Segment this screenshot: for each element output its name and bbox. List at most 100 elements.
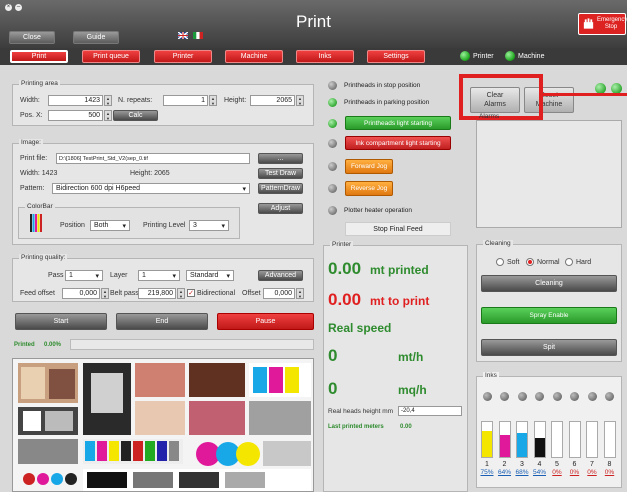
inks-title: Inks (483, 372, 499, 379)
machine-status-icon (505, 51, 515, 61)
width-input[interactable]: 1423 (48, 95, 103, 106)
end-button[interactable]: End (116, 313, 208, 330)
layer-select[interactable]: 1 ▾ (138, 270, 180, 281)
ink-status-icon (517, 392, 527, 401)
pause-button[interactable]: Pause (217, 313, 314, 330)
soft-radio[interactable] (496, 258, 504, 266)
status-led-icon (328, 119, 337, 128)
stop-final-feed-button[interactable]: Stop Final Feed (345, 222, 451, 236)
ink-percent-label: 0% (604, 469, 615, 476)
window-minimize-icon[interactable]: – (15, 4, 22, 11)
bidirectional-label: Bidirectional (197, 290, 236, 297)
layer-select-value: 1 (142, 272, 146, 279)
browse-button[interactable]: ... (258, 153, 303, 164)
chevron-down-icon: ▾ (95, 272, 99, 280)
spray-enable-button[interactable]: Spray Enable (481, 307, 617, 324)
position-label: Position (60, 222, 85, 229)
posx-input[interactable]: 500 (48, 110, 103, 121)
belt-pass-input[interactable]: 219,800 (138, 288, 176, 299)
mode-select[interactable]: Standard ▾ (186, 270, 234, 281)
print-preview-image (12, 358, 314, 492)
calc-button[interactable]: Calc (113, 110, 158, 121)
belt-pass-spinner[interactable]: ▲ ▼ (177, 288, 185, 299)
ink-level-bar (516, 421, 528, 458)
offset-spinner[interactable]: ▲ ▼ (296, 288, 304, 299)
chevron-down-icon: ▾ (122, 222, 126, 230)
pattern-draw-button[interactable]: PatternDraw (258, 183, 303, 194)
offset-input[interactable]: 0,000 (263, 288, 295, 299)
width-spinner[interactable]: ▲ ▼ (104, 95, 112, 106)
ink-channel-label: 6 (572, 461, 577, 468)
printing-quality-title: Printing quality: (19, 254, 68, 261)
height-spinner[interactable]: ▲ ▼ (296, 95, 304, 106)
reverse-jog-button[interactable]: Reverse Jog (345, 181, 393, 196)
status-plotter-heater: Plotter heater operation (328, 206, 412, 215)
height-input[interactable]: 2065 (250, 95, 295, 106)
cleaning-button[interactable]: Cleaning (481, 275, 617, 292)
heads-height-input[interactable]: -20,4 (398, 406, 462, 416)
position-select[interactable]: Both ▾ (90, 220, 130, 231)
ink-status-icon (500, 392, 509, 401)
window-close-icon[interactable]: × (5, 4, 12, 11)
cleaning-title: Cleaning (483, 240, 513, 247)
ink-level-bar (603, 421, 616, 458)
start-button[interactable]: Start (15, 313, 107, 330)
ink-status-icon (535, 392, 544, 401)
tab-printer[interactable]: Printer (154, 50, 212, 63)
feed-offset-spinner[interactable]: ▲ ▼ (101, 288, 109, 299)
normal-radio[interactable] (526, 258, 534, 266)
highlight-arrow-line (543, 93, 627, 96)
ink-status-icon (482, 392, 492, 401)
tab-inks[interactable]: Inks (296, 50, 354, 63)
ink-channel-label: 8 (607, 461, 612, 468)
image-width-text: Width: 1423 (20, 170, 58, 177)
uk-flag-icon[interactable] (178, 32, 188, 39)
printheads-light-button[interactable]: Printheads light starting (345, 116, 451, 130)
ink-channel-label: 4 (537, 461, 542, 468)
printing-area-title: Printing area (19, 80, 60, 87)
printer-indicator-label: Printer (473, 52, 494, 60)
advanced-button[interactable]: Advanced (258, 270, 303, 281)
emergency-hand-icon (583, 18, 594, 29)
ink-channel-label: 3 (520, 461, 524, 468)
ink-percent-label: 0% (587, 469, 597, 476)
ink-compartment-light-button[interactable]: Ink compartment light starting (345, 136, 451, 150)
tab-machine[interactable]: Machine (225, 50, 283, 63)
posx-label: Pos. X: (20, 112, 43, 119)
printing-level-select-value: 3 (193, 222, 197, 229)
status-parking-position: Printheads in parking position (328, 98, 429, 107)
alarms-list[interactable] (476, 120, 622, 228)
test-print-preview (13, 359, 313, 491)
forward-jog-button[interactable]: Forward Jog (345, 159, 393, 174)
printing-level-select[interactable]: 3 ▾ (189, 220, 229, 231)
guide-button[interactable]: Guide (73, 31, 119, 44)
area-speed-unit: mq/h (398, 383, 427, 397)
tab-print[interactable]: Print (10, 50, 68, 63)
printing-level-label: Printing Level (143, 222, 186, 229)
hard-radio[interactable] (565, 258, 573, 266)
bidirectional-checkbox[interactable]: ✓ (187, 289, 195, 297)
nrepeats-input[interactable]: 1 (163, 95, 208, 106)
close-button[interactable]: Close (9, 31, 55, 44)
ink-channel-label: 7 (590, 461, 594, 468)
ink-level-fill (499, 435, 510, 457)
nrepeats-label: N. repeats: (118, 97, 153, 104)
ink-status-icon (605, 392, 614, 401)
nrepeats-spinner[interactable]: ▲ ▼ (209, 95, 217, 106)
test-draw-button[interactable]: Test Draw (258, 168, 303, 179)
tab-print-queue[interactable]: Print queue (82, 50, 140, 63)
pass-select[interactable]: 1 ▾ (65, 270, 103, 281)
posx-spinner[interactable]: ▲ ▼ (104, 110, 112, 121)
italy-flag-icon[interactable] (193, 32, 203, 39)
print-file-input[interactable]: D:\[1806] TestPrint_Std_V2(sep_0.tif (56, 153, 250, 164)
emergency-stop-button[interactable]: Emergency Stop (578, 13, 627, 35)
printer-panel-title: Printer (330, 241, 354, 248)
adjust-button[interactable]: Adjust (258, 203, 303, 214)
spit-button[interactable]: Spit (481, 339, 617, 356)
feed-offset-input[interactable]: 0,000 (62, 288, 100, 299)
heads-height-label: Real heads height mm (328, 408, 394, 415)
last-printed-label: Last printed meters (328, 424, 384, 430)
tab-settings[interactable]: Settings (367, 50, 425, 63)
pattern-select[interactable]: Bidirection 600 dpi H6peed ▾ (52, 183, 250, 194)
progress-bar (70, 339, 314, 350)
